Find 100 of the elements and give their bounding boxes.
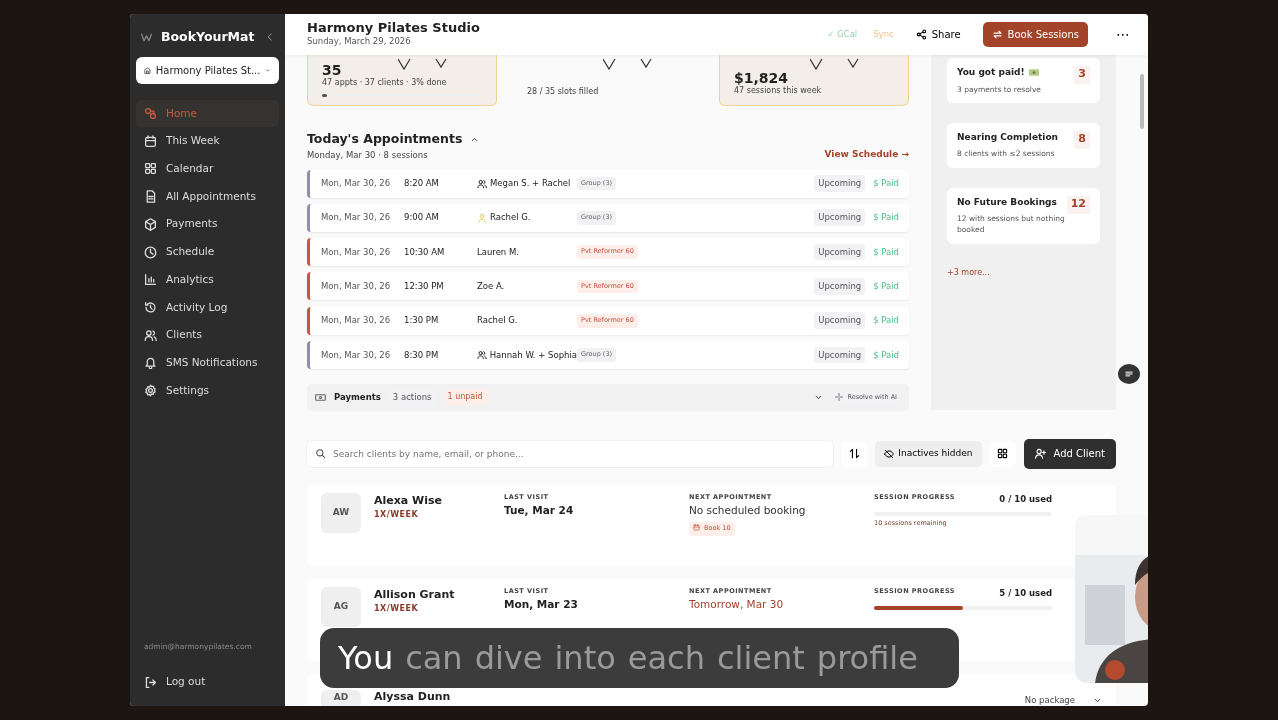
client-name: Hannah W. + Sophia <box>489 348 577 362</box>
gcal-status: ✓ GCal <box>827 28 858 41</box>
status-tag: Upcoming <box>814 243 866 261</box>
grid-icon <box>997 448 1008 460</box>
nav-item[interactable]: SMS Notifications <box>136 348 279 377</box>
appointment-time: 8:30 PM <box>404 348 440 362</box>
payment-status: $ Paid <box>873 177 899 190</box>
last-visit: Mon, Mar 23 <box>504 596 579 612</box>
client-name: Rachel G. <box>490 211 531 225</box>
swap-icon <box>991 29 1003 40</box>
inactives-toggle[interactable]: Inactives hidden <box>875 441 982 467</box>
nav-item[interactable]: Settings <box>136 376 279 405</box>
appointment-time: 1:30 PM <box>404 314 440 328</box>
alert-title: No Future Bookings <box>957 195 1057 209</box>
more-button[interactable]: ⋯ <box>1110 23 1136 46</box>
appointment-date: Mon, Mar 30, 26 <box>321 348 392 362</box>
filter-button[interactable] <box>1118 364 1140 384</box>
caption-toast: You can dive into each client profile <box>320 628 959 688</box>
box-icon <box>144 217 157 231</box>
lines-icon <box>1124 368 1134 379</box>
page-date: Sunday, March 29, 2026 <box>307 35 412 48</box>
document-icon <box>144 190 157 204</box>
search-field[interactable]: Search clients by name, email, or phone... <box>307 441 834 467</box>
next-appointment: Tomorrow, Mar 30 <box>689 596 785 612</box>
nav-item[interactable]: Schedule <box>136 238 279 266</box>
nav-item[interactable]: Calendar <box>136 155 279 183</box>
studio-selector[interactable]: Harmony Pilates St... <box>136 56 279 84</box>
appointment-date: Mon, Mar 30, 26 <box>321 245 392 259</box>
client-name: Allison Grant <box>374 587 456 603</box>
appointment-date: Mon, Mar 30, 26 <box>321 280 392 293</box>
nav-item[interactable]: Analytics <box>136 265 279 294</box>
client-frequency: 1X/WEEK <box>374 603 420 616</box>
unpaid-badge: 1 unpaid <box>443 389 487 406</box>
client-avatar: AD <box>321 690 361 706</box>
history-icon <box>144 300 157 314</box>
sort-button[interactable] <box>841 441 868 467</box>
stat-caption: 47 appts · 37 clients · 3% done <box>322 77 448 89</box>
add-user-icon <box>1034 448 1046 460</box>
client-name: Megan S. + Rachel <box>490 177 571 190</box>
sessions-used: 0 / 10 used <box>999 493 1052 506</box>
share-icon <box>915 29 927 40</box>
client-name: Alyssa Dunn <box>374 691 451 704</box>
eye-off-icon <box>884 449 895 459</box>
section-title: Today's Appointments <box>307 130 463 148</box>
alert-count: 3 <box>1074 66 1090 84</box>
alert-title: Nearing Completion <box>957 130 1058 144</box>
last-visit: Tue, Mar 24 <box>504 502 575 518</box>
payment-status: $ Paid <box>873 245 899 259</box>
status-tag: Upcoming <box>814 278 866 295</box>
add-client-button[interactable]: Add Client <box>1023 439 1116 469</box>
collapse-icon[interactable] <box>265 32 275 43</box>
share-button[interactable]: Share <box>909 26 967 43</box>
payment-status: $ Paid <box>873 211 899 225</box>
grid-view-button[interactable] <box>989 441 1016 467</box>
search-icon <box>315 448 326 460</box>
status-tag: Upcoming <box>814 175 866 192</box>
status-tag: Upcoming <box>814 312 866 330</box>
building-icon <box>144 64 151 76</box>
package-status: No package <box>1024 694 1075 706</box>
payment-status: $ Paid <box>873 348 899 362</box>
appointment-time: 8:20 AM <box>404 177 440 190</box>
sparkle-icon <box>835 393 844 402</box>
payments-label: Payments <box>334 391 381 404</box>
view-schedule-link[interactable]: View Schedule → <box>824 148 909 162</box>
alert-count: 12 <box>1066 195 1090 214</box>
client-frequency: 1X/WEEK <box>374 509 420 522</box>
brand-name: BookYourMat <box>161 28 255 46</box>
clock-icon <box>144 245 157 259</box>
client-name: Zoe A. <box>477 280 505 293</box>
page-title: Harmony Pilates Studio <box>307 20 480 36</box>
nav-item[interactable]: All Appointments <box>136 182 279 211</box>
payment-status: $ Paid <box>873 314 899 328</box>
status-tag: Upcoming <box>814 346 866 364</box>
logout-icon <box>144 675 157 689</box>
nav-item[interactable]: Activity Log <box>136 293 279 322</box>
appointment-date: Mon, Mar 30, 26 <box>321 177 392 190</box>
appointment-date: Mon, Mar 30, 26 <box>321 314 392 328</box>
logout-button[interactable]: Log out <box>136 668 279 696</box>
client-name: Alexa Wise <box>374 493 443 509</box>
chevron-icon <box>1093 696 1102 705</box>
more-link[interactable]: +3 more... <box>947 267 990 277</box>
section-subtitle: Monday, Mar 30 · 8 sessions <box>307 148 429 162</box>
status-tag: Upcoming <box>814 209 866 227</box>
appointment-date: Mon, Mar 30, 26 <box>321 211 392 225</box>
stat-value: $1,824 <box>734 71 788 85</box>
book-sessions-button[interactable]: Book Sessions <box>982 22 1088 47</box>
client-avatar: AW <box>321 493 361 533</box>
chevron-icon[interactable] <box>814 393 824 402</box>
bell-icon <box>144 356 157 370</box>
nav-item[interactable]: Clients <box>136 321 279 349</box>
appointment-time: 12:30 PM <box>404 280 445 293</box>
client-name: Rachel G. <box>477 314 518 328</box>
nav-item[interactable]: This Week <box>136 127 279 156</box>
calendar-icon <box>144 134 157 148</box>
nav-item[interactable]: Payments <box>136 210 279 239</box>
stat-caption: 28 / 35 slots filled <box>527 86 600 98</box>
sessions-used: 5 / 10 used <box>999 587 1052 600</box>
home-icon <box>144 107 157 121</box>
scrollbar[interactable] <box>1140 74 1144 129</box>
next-appointment: No scheduled booking <box>689 502 807 518</box>
